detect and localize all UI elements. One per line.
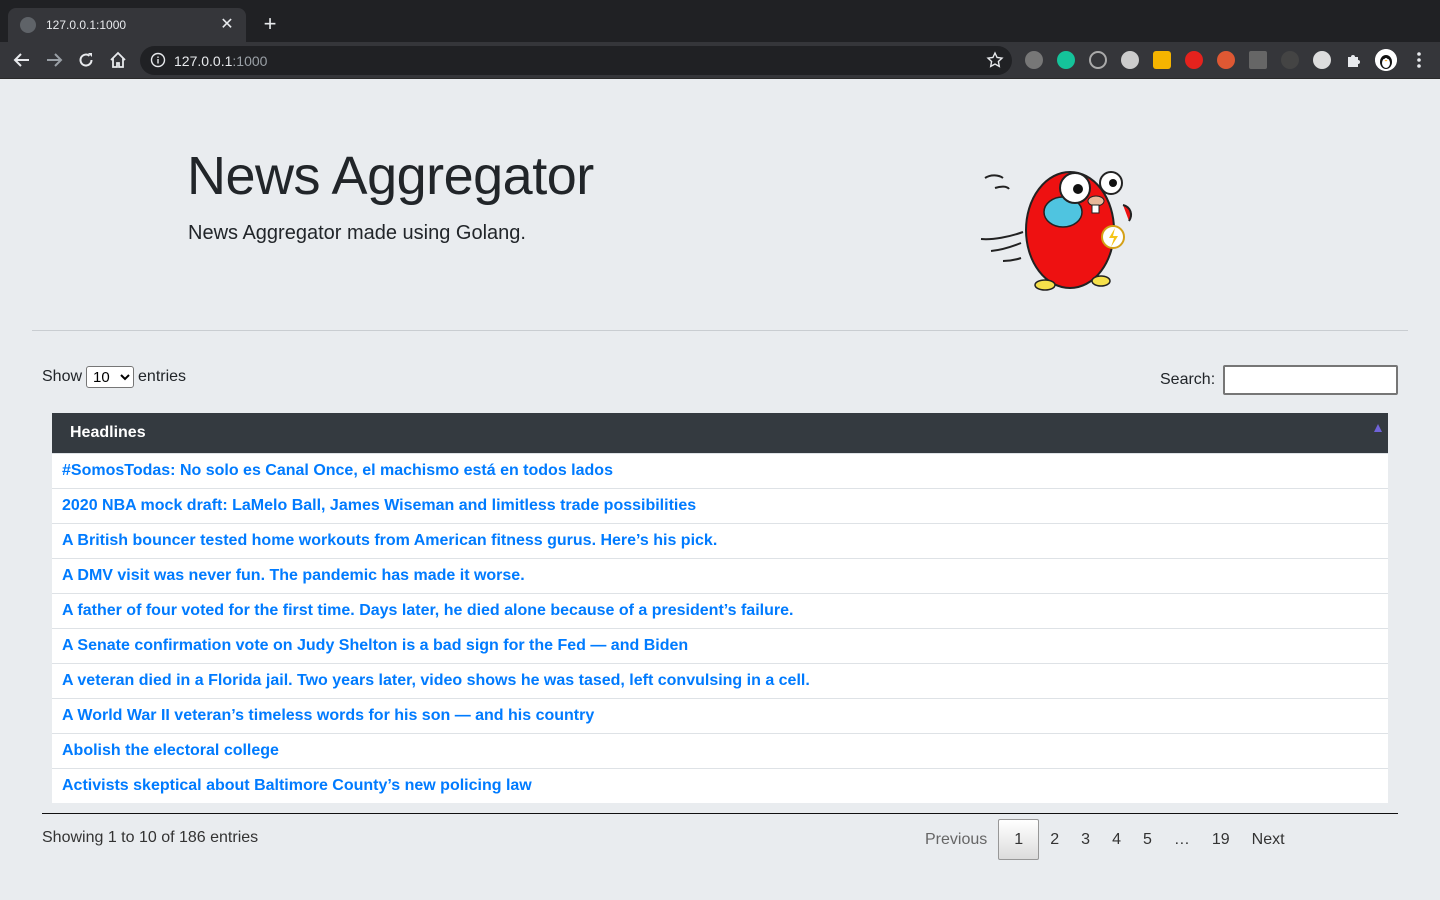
- next-page-button[interactable]: Next: [1241, 819, 1296, 860]
- search-input[interactable]: [1223, 365, 1399, 395]
- headline-link[interactable]: #SomosTodas: No solo es Canal Once, el m…: [62, 462, 613, 480]
- headline-link[interactable]: 2020 NBA mock draft: LaMelo Ball, James …: [62, 497, 696, 515]
- headline-link[interactable]: A World War II veteran’s timeless words …: [62, 707, 594, 725]
- table-row: A veteran died in a Florida jail. Two ye…: [52, 663, 1388, 698]
- table-row: Abolish the electoral college: [52, 733, 1388, 768]
- headline-link[interactable]: A British bouncer tested home workouts f…: [62, 532, 717, 550]
- page-button[interactable]: 2: [1039, 819, 1070, 860]
- table-row: Activists skeptical about Baltimore Coun…: [52, 768, 1388, 803]
- table-row: 2020 NBA mock draft: LaMelo Ball, James …: [52, 488, 1388, 523]
- search-control: Search:: [1160, 365, 1399, 395]
- extension-hand-icon[interactable]: [1185, 51, 1203, 69]
- bookmark-star-icon[interactable]: [986, 51, 1004, 69]
- headline-link[interactable]: A DMV visit was never fun. The pandemic …: [62, 567, 525, 585]
- table-row: A father of four voted for the first tim…: [52, 593, 1388, 628]
- globe-icon: [20, 17, 36, 33]
- pagination: Previous 1 2 3 4 5 … 19 Next: [914, 819, 1296, 860]
- pagination-ellipsis: …: [1173, 830, 1190, 848]
- info-icon[interactable]: [150, 52, 166, 68]
- headline-link[interactable]: Abolish the electoral college: [62, 742, 279, 760]
- table-row: #SomosTodas: No solo es Canal Once, el m…: [52, 453, 1388, 488]
- browser-toolbar: 127.0.0.1:1000: [0, 42, 1440, 79]
- page-button[interactable]: 3: [1070, 819, 1101, 860]
- search-label: Search:: [1160, 371, 1216, 388]
- extensions-puzzle-icon[interactable]: [1345, 51, 1363, 69]
- headline-link[interactable]: A veteran died in a Florida jail. Two ye…: [62, 672, 810, 690]
- extension-home-icon[interactable]: [1153, 51, 1171, 69]
- browser-tab[interactable]: 127.0.0.1:1000 ✕: [8, 8, 246, 42]
- previous-page-button[interactable]: Previous: [914, 819, 998, 860]
- header-divider: [32, 330, 1408, 331]
- table-header-headlines[interactable]: Headlines: [52, 413, 1388, 453]
- table-row: A DMV visit was never fun. The pandemic …: [52, 558, 1388, 593]
- profile-avatar[interactable]: [1375, 49, 1397, 71]
- table-row: A World War II veteran’s timeless words …: [52, 698, 1388, 733]
- reload-icon[interactable]: [74, 48, 98, 72]
- react-devtools-icon[interactable]: [1089, 51, 1107, 69]
- close-tab-icon[interactable]: ✕: [218, 16, 236, 34]
- headline-link[interactable]: A Senate confirmation vote on Judy Shelt…: [62, 637, 688, 655]
- grammarly-icon[interactable]: [1057, 51, 1075, 69]
- browser-tabstrip: 127.0.0.1:1000 ✕ +: [0, 0, 1440, 42]
- extension-circle-icon[interactable]: [1313, 51, 1331, 69]
- address-bar[interactable]: 127.0.0.1:1000: [140, 46, 1012, 75]
- extension-chart-icon[interactable]: [1249, 51, 1267, 69]
- extension-compass-icon[interactable]: [1121, 51, 1139, 69]
- page-button-current[interactable]: 1: [998, 819, 1040, 860]
- entries-label: entries: [138, 368, 187, 385]
- headlines-table: Headlines #SomosTodas: No solo es Canal …: [52, 413, 1388, 803]
- page-title: News Aggregator: [187, 146, 594, 206]
- sort-ascending-icon[interactable]: [1374, 424, 1382, 432]
- table-info: Showing 1 to 10 of 186 entries: [42, 829, 259, 846]
- new-tab-icon[interactable]: +: [258, 12, 282, 36]
- page-length-select[interactable]: 10: [86, 366, 135, 388]
- menu-icon[interactable]: [1410, 50, 1428, 70]
- headline-link[interactable]: Activists skeptical about Baltimore Coun…: [62, 777, 532, 795]
- table-bottom-border: [42, 813, 1398, 814]
- url-text: 127.0.0.1:1000: [174, 53, 268, 69]
- home-icon[interactable]: [106, 48, 130, 72]
- show-label: Show: [42, 368, 83, 385]
- page-button[interactable]: 4: [1101, 819, 1132, 860]
- extension-json-icon[interactable]: [1281, 51, 1299, 69]
- tab-title: 127.0.0.1:1000: [46, 18, 127, 32]
- gopher-mascot-image: [980, 171, 1132, 291]
- page-button-last[interactable]: 19: [1201, 819, 1241, 860]
- forward-icon[interactable]: [42, 48, 66, 72]
- headline-link[interactable]: A father of four voted for the first tim…: [62, 602, 793, 620]
- table-row: A British bouncer tested home workouts f…: [52, 523, 1388, 558]
- page-length-control: Show 10 entries: [42, 366, 186, 388]
- duckduckgo-icon[interactable]: [1217, 51, 1235, 69]
- extension-shield-icon[interactable]: [1025, 51, 1043, 69]
- page-subtitle: News Aggregator made using Golang.: [188, 222, 526, 244]
- page-button[interactable]: 5: [1132, 819, 1163, 860]
- column-header-label: Headlines: [70, 424, 146, 441]
- table-row: A Senate confirmation vote on Judy Shelt…: [52, 628, 1388, 663]
- back-icon[interactable]: [10, 48, 34, 72]
